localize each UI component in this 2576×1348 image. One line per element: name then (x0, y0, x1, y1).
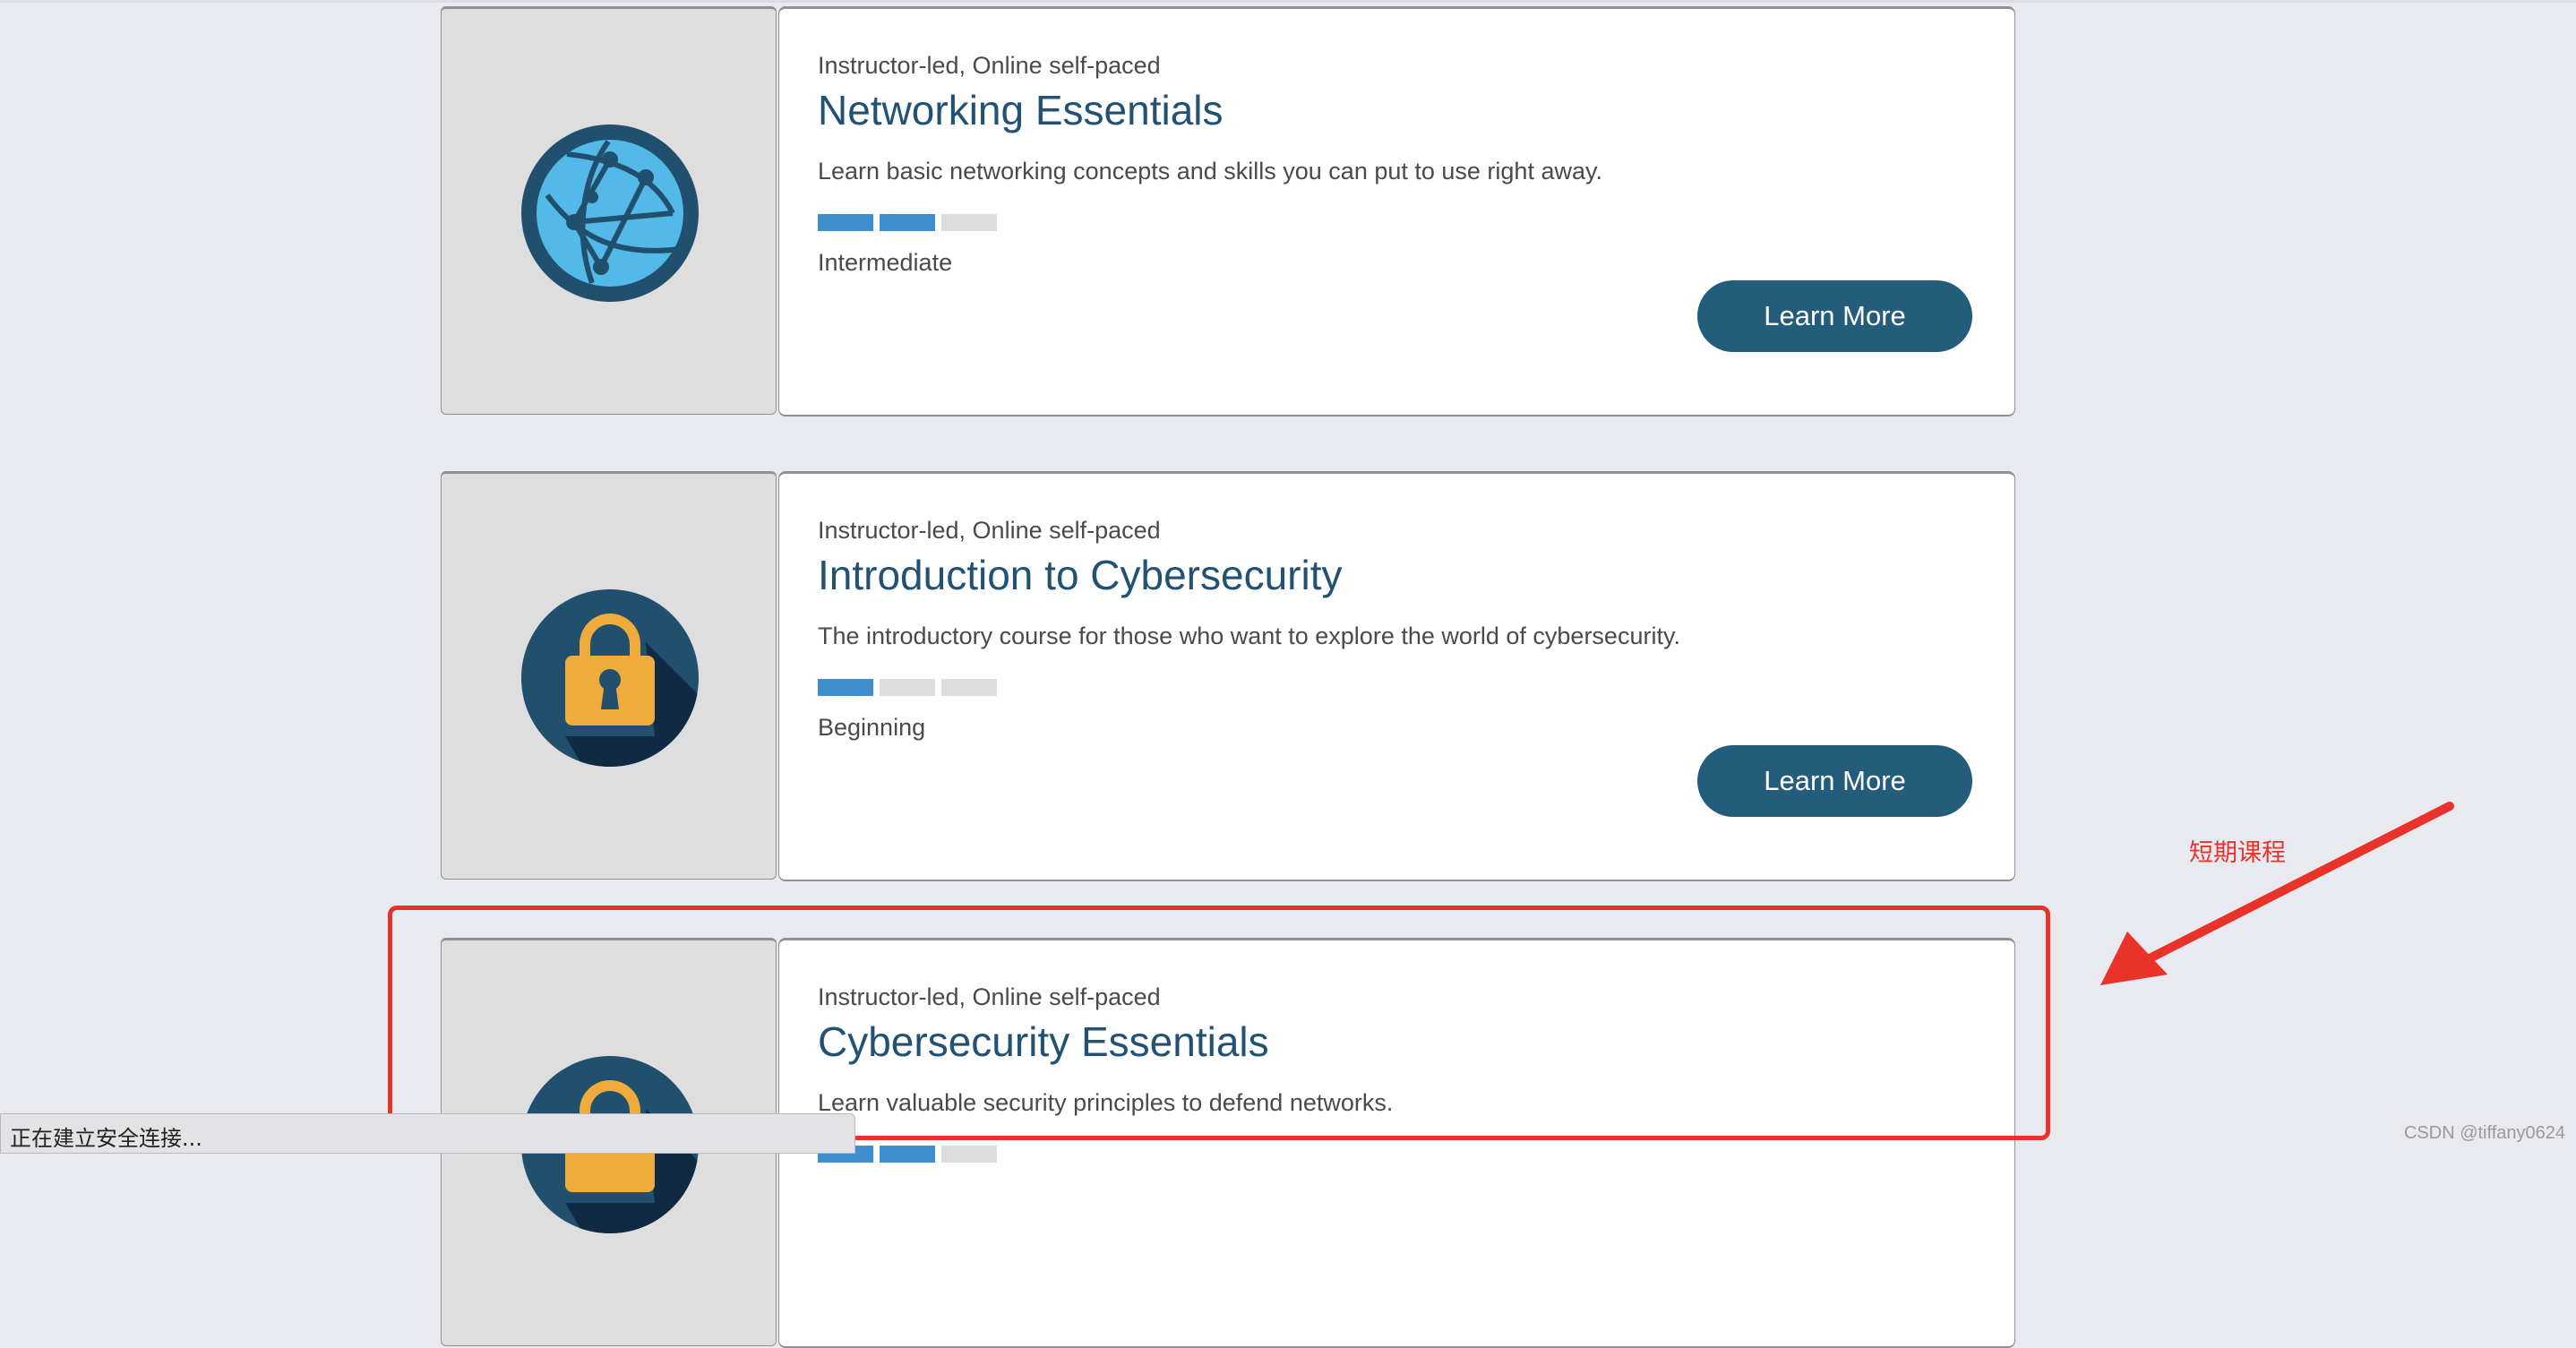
level-bar (941, 679, 997, 696)
level-bar (880, 214, 935, 231)
top-edge (0, 0, 2576, 3)
delivery-mode: Instructor-led, Online self-paced (818, 517, 1161, 544)
course-title[interactable]: Introduction to Cybersecurity (818, 551, 1343, 599)
course-description: The introductory course for those who wa… (818, 622, 1680, 649)
learn-more-button[interactable]: Learn More (1697, 745, 1972, 817)
course-thumbnail (441, 471, 777, 880)
level-bar (818, 679, 873, 696)
browser-status-bar: 正在建立安全连接... (0, 1113, 855, 1154)
highlight-box (388, 906, 2050, 1140)
globe-network-icon (521, 124, 699, 302)
course-details: Instructor-led, Online self-paced Networ… (778, 6, 2015, 416)
watermark: CSDN @tiffany0624 (2403, 1123, 2565, 1143)
course-card-introduction-to-cybersecurity: Instructor-led, Online self-paced Introd… (441, 471, 2015, 881)
level-bar (818, 214, 873, 231)
level-indicator (818, 214, 997, 231)
learn-more-button[interactable]: Learn More (1697, 280, 1972, 352)
delivery-mode: Instructor-led, Online self-paced (818, 52, 1161, 79)
course-title[interactable]: Networking Essentials (818, 86, 1224, 134)
level-label: Beginning (818, 714, 926, 741)
level-bar (880, 1146, 935, 1163)
level-bar (880, 679, 935, 696)
level-indicator (818, 679, 997, 696)
annotation-label: 短期课程 (2189, 839, 2286, 866)
course-card-networking-essentials: Instructor-led, Online self-paced Networ… (441, 6, 2015, 416)
level-bar (941, 214, 997, 231)
level-bar (941, 1146, 997, 1163)
course-description: Learn basic networking concepts and skil… (818, 158, 1602, 185)
level-label: Intermediate (818, 249, 953, 276)
course-thumbnail (441, 6, 777, 415)
course-details: Instructor-led, Online self-paced Introd… (778, 471, 2015, 881)
padlock-icon (521, 589, 699, 767)
